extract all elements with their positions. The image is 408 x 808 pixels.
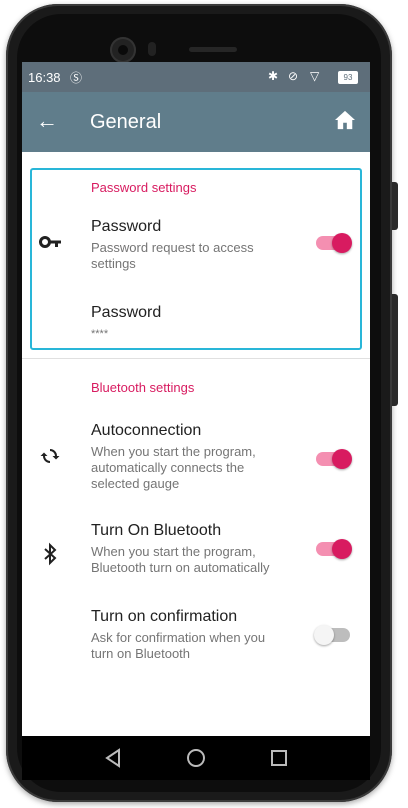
- navigation-bar: [22, 736, 370, 780]
- password-request-switch[interactable]: [316, 233, 352, 253]
- switch-thumb: [332, 539, 352, 559]
- home-icon[interactable]: [334, 110, 356, 130]
- autoconnection-switch[interactable]: [316, 449, 352, 469]
- key-icon: [39, 236, 61, 248]
- back-arrow-icon[interactable]: ←: [36, 108, 58, 134]
- password-item-title: Password: [91, 218, 162, 235]
- toolbar: ← General: [22, 92, 370, 152]
- password-item-subtitle: Password request to access settings: [91, 240, 254, 271]
- bluetooth-settings-header: Bluetooth settings: [91, 380, 195, 395]
- status-bar: 16:38 Ⓢ ✱ ⊘ ▽ 93: [22, 62, 370, 92]
- side-button: [392, 182, 398, 230]
- sensor: [148, 42, 156, 56]
- turn-on-confirmation-subtitle: Ask for confirmation when you turn on Bl…: [91, 630, 266, 661]
- switch-thumb: [332, 233, 352, 253]
- password-value-title: Password: [91, 304, 162, 321]
- sim-icon: Ⓢ: [70, 71, 83, 85]
- mute-icon: ⊘: [288, 69, 299, 83]
- wifi-icon: ▽: [310, 69, 320, 83]
- bluetooth-status-icon: ✱: [268, 69, 279, 83]
- switch-thumb: [314, 625, 334, 645]
- home-nav-icon[interactable]: [186, 748, 206, 768]
- recents-nav-icon[interactable]: [270, 748, 288, 768]
- back-nav-icon[interactable]: [104, 748, 122, 768]
- settings-list: Password settings Password Password requ…: [22, 152, 370, 736]
- autoconnection-title: Autoconnection: [91, 422, 202, 439]
- battery-indicator: 93: [338, 71, 358, 84]
- password-value-masked: ****: [91, 328, 109, 340]
- sync-icon: [40, 449, 60, 463]
- section-divider: [22, 358, 370, 359]
- front-camera: [110, 37, 136, 63]
- page-title: General: [90, 111, 162, 133]
- turn-on-confirmation-title: Turn on confirmation: [91, 608, 238, 625]
- status-time: 16:38: [28, 70, 61, 85]
- autoconnection-subtitle: When you start the program, automaticall…: [91, 444, 256, 491]
- turn-on-bluetooth-title: Turn On Bluetooth: [91, 522, 222, 539]
- switch-thumb: [332, 449, 352, 469]
- turn-on-bluetooth-switch[interactable]: [316, 539, 352, 559]
- bluetooth-icon: [44, 542, 57, 566]
- turn-on-confirmation-switch[interactable]: [314, 625, 350, 645]
- power-button: [392, 294, 398, 406]
- screen: 16:38 Ⓢ ✱ ⊘ ▽ 93 ← General Password sett…: [22, 62, 370, 736]
- password-settings-header: Password settings: [91, 180, 197, 195]
- turn-on-bluetooth-subtitle: When you start the program, Bluetooth tu…: [91, 544, 270, 575]
- earpiece: [189, 47, 237, 52]
